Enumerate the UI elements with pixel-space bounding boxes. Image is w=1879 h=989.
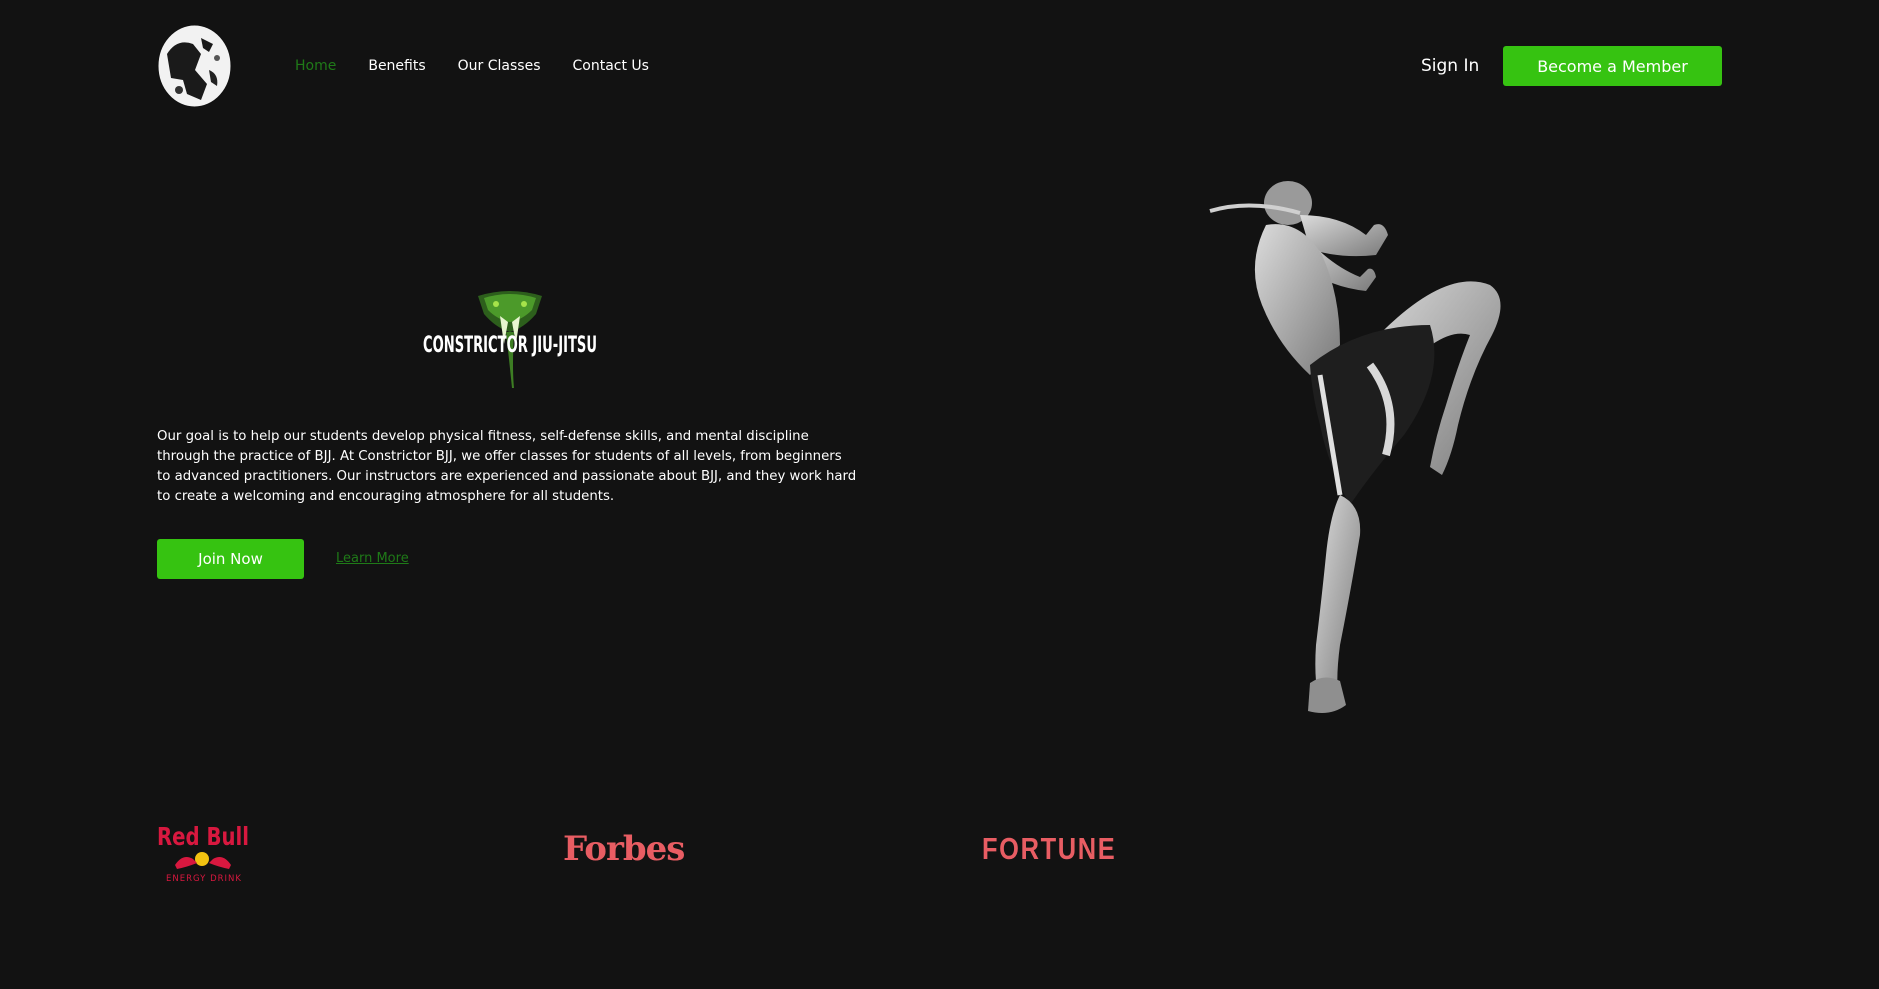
hero-description: Our goal is to help our students develop… xyxy=(157,429,857,504)
fortune-logo: FORTUNE xyxy=(982,831,1117,866)
nav-benefits[interactable]: Benefits xyxy=(368,56,425,76)
main-nav: Home Benefits Our Classes Contact Us xyxy=(295,56,649,76)
press-logos: Red Bull ENERGY DRINK Forbes FORTUNE xyxy=(0,815,1879,895)
forbes-logo: Forbes xyxy=(563,829,685,869)
become-member-button[interactable]: Become a Member xyxy=(1503,46,1722,86)
page: Home Benefits Our Classes Contact Us Sig… xyxy=(0,0,1879,989)
site-logo[interactable] xyxy=(157,24,232,108)
learn-more-link[interactable]: Learn More xyxy=(336,549,409,569)
join-now-button[interactable]: Join Now xyxy=(157,539,304,579)
sign-in-link[interactable]: Sign In xyxy=(1421,54,1479,78)
site-header: Home Benefits Our Classes Contact Us Sig… xyxy=(0,0,1879,132)
nav-contact-us[interactable]: Contact Us xyxy=(573,56,649,76)
redbull-logo-text: Red Bull xyxy=(157,823,249,851)
redbull-logo: Red Bull ENERGY DRINK xyxy=(157,823,249,884)
constrictor-jiu-jitsu-logo: CONSTRICTOR JIU-JITSU xyxy=(423,291,597,388)
muay-thai-fighter-image xyxy=(1209,181,1501,713)
redbull-logo-subtext: ENERGY DRINK xyxy=(166,874,242,884)
nav-home[interactable]: Home xyxy=(295,56,336,76)
nav-our-classes[interactable]: Our Classes xyxy=(458,56,541,76)
brand-logo-text: CONSTRICTOR JIU-JITSU xyxy=(423,333,597,358)
